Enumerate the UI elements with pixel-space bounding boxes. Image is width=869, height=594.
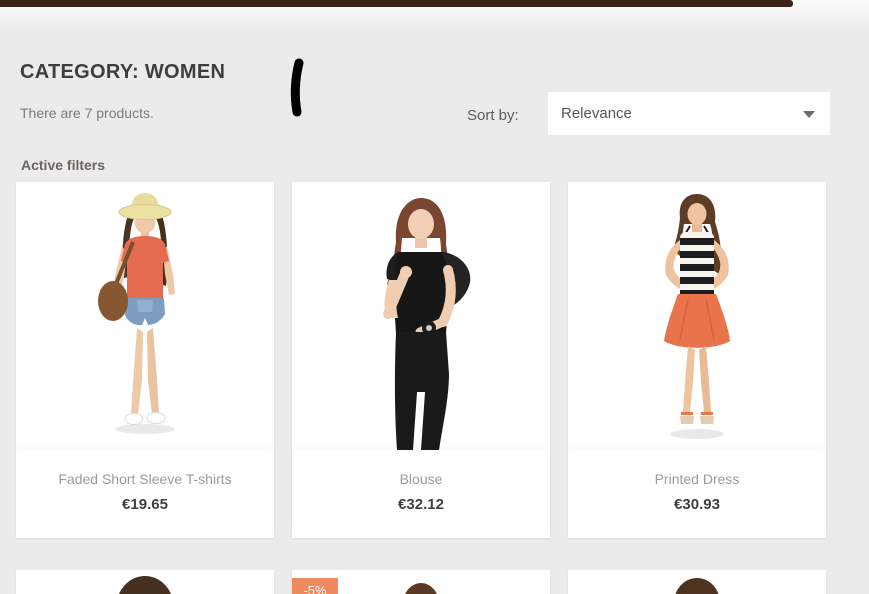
product-card[interactable] <box>568 570 826 594</box>
product-card[interactable] <box>16 570 274 594</box>
pen-annotation-icon <box>290 58 304 117</box>
product-image <box>568 570 826 594</box>
model-head-illustration <box>674 578 720 594</box>
page-title: CATEGORY: WOMEN <box>20 61 226 83</box>
product-count: There are 7 products. <box>20 105 154 121</box>
sort-by-label: Sort by: <box>467 107 519 124</box>
product-caption: Blouse €32.12 <box>292 450 550 538</box>
product-caption: Printed Dress €30.93 <box>568 450 826 538</box>
product-image[interactable] <box>568 182 826 450</box>
product-price: €32.12 <box>398 496 444 513</box>
product-name-link[interactable]: Printed Dress <box>568 471 826 487</box>
product-card[interactable]: Faded Short Sleeve T-shirts €19.65 <box>16 182 274 538</box>
product-price: €30.93 <box>674 496 720 513</box>
discount-badge: -5% <box>292 578 338 594</box>
product-image <box>16 570 274 594</box>
product-card[interactable]: -5% <box>292 570 550 594</box>
chevron-down-icon <box>803 111 815 118</box>
model-head-illustration <box>116 576 174 594</box>
model-blouse-illustration <box>383 198 471 450</box>
product-card[interactable]: Printed Dress €30.93 <box>568 182 826 538</box>
sort-by-value: Relevance <box>561 105 632 122</box>
product-card[interactable]: Blouse €32.12 <box>292 182 550 538</box>
model-tshirt-illustration <box>98 193 175 434</box>
product-price: €19.65 <box>122 496 168 513</box>
model-head-illustration <box>403 583 439 594</box>
product-image[interactable] <box>16 182 274 450</box>
product-image[interactable] <box>292 182 550 450</box>
top-dark-bar <box>0 0 793 7</box>
model-printed-dress-illustration <box>664 194 730 439</box>
product-name-link[interactable]: Blouse <box>292 471 550 487</box>
sort-by-select[interactable]: Relevance <box>548 92 830 135</box>
product-name-link[interactable]: Faded Short Sleeve T-shirts <box>16 471 274 487</box>
category-page: CATEGORY: WOMEN There are 7 products. So… <box>0 0 869 594</box>
active-filters-heading: Active filters <box>21 157 106 173</box>
product-caption: Faded Short Sleeve T-shirts €19.65 <box>16 450 274 538</box>
